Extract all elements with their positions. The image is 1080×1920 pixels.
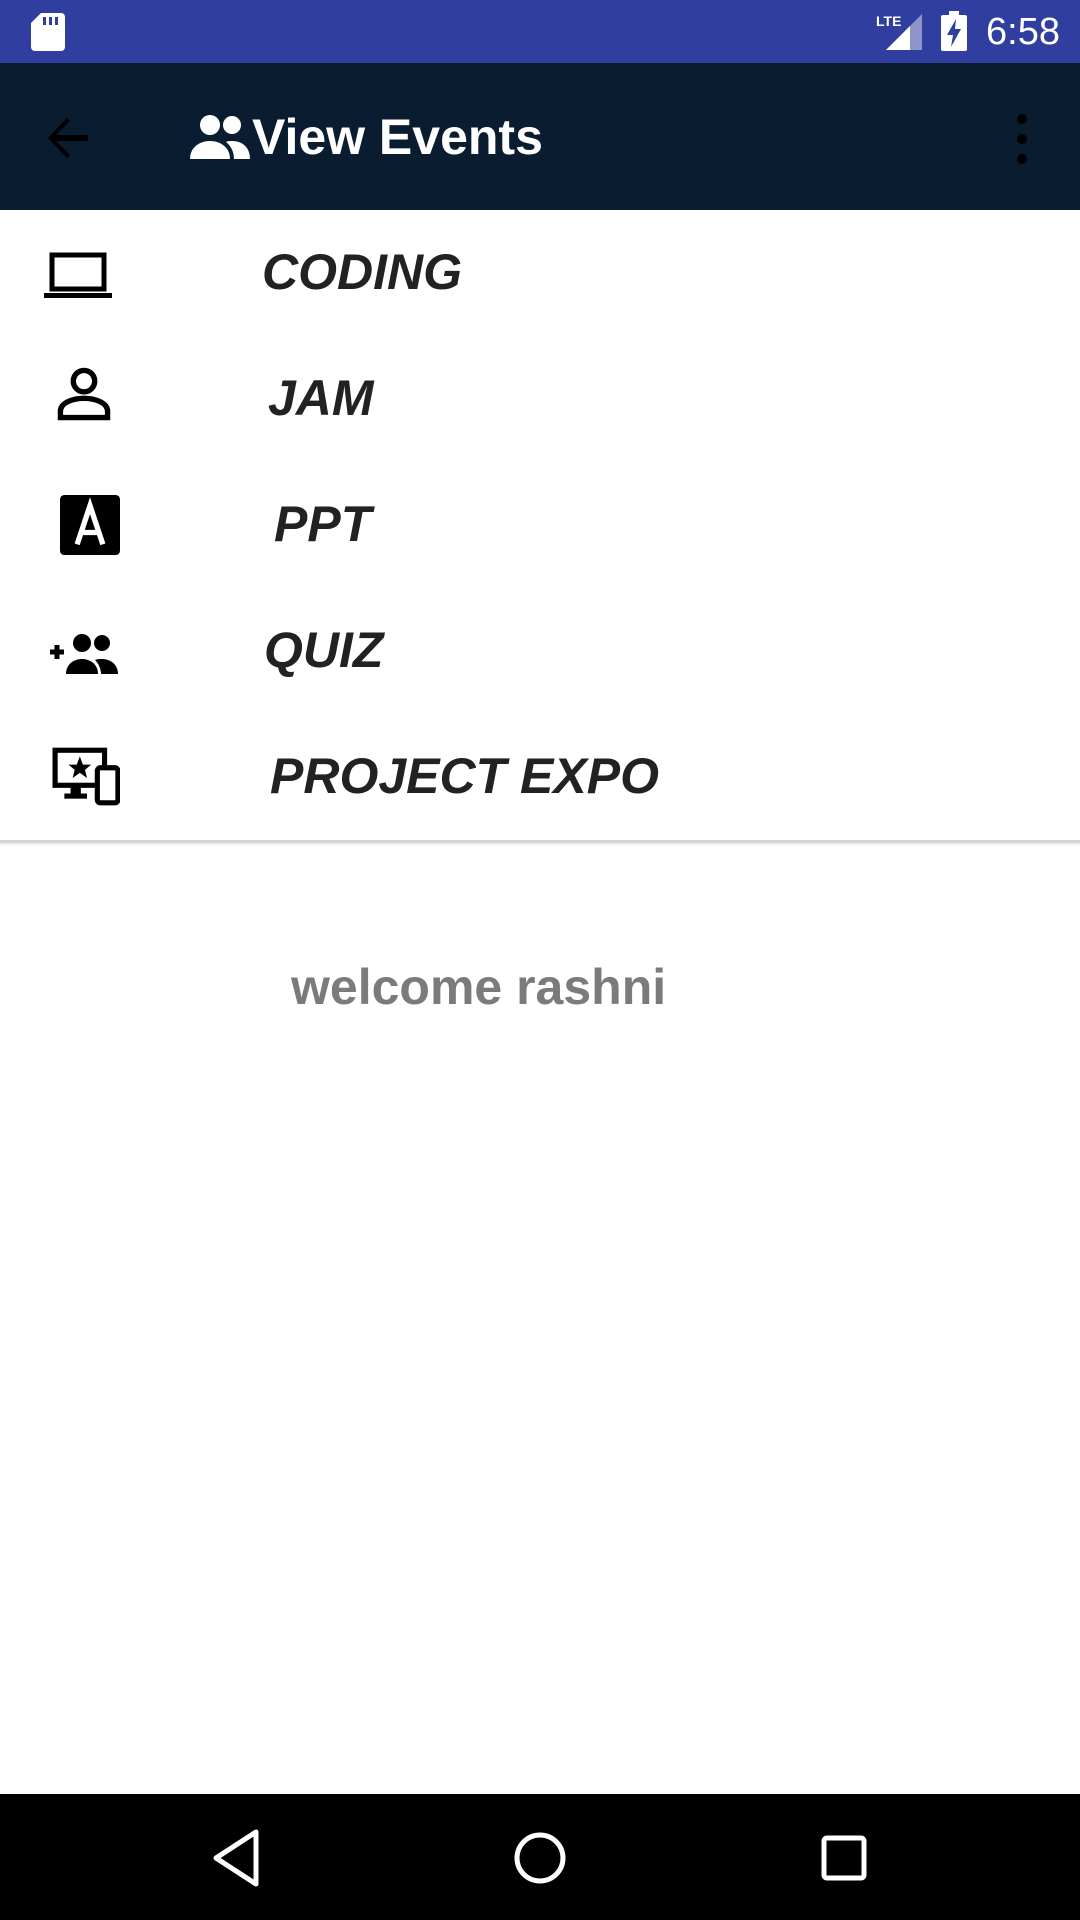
status-clock: 6:58 — [986, 11, 1060, 53]
event-label-ppt: PPT — [274, 496, 372, 552]
app-bar: View Events — [0, 63, 1080, 210]
signal-icon: LTE — [876, 13, 922, 50]
list-item-quiz[interactable]: QUIZ — [0, 588, 1080, 714]
svg-text:LTE: LTE — [876, 13, 901, 29]
list-item-coding[interactable]: CODING — [0, 210, 1080, 336]
status-bar: LTE 6:58 — [0, 0, 1080, 63]
people-icon — [190, 115, 250, 159]
event-label-quiz: QUIZ — [264, 622, 384, 678]
list-item-project-expo[interactable]: PROJECT EXPO — [0, 714, 1080, 840]
event-label-coding: CODING — [262, 244, 462, 300]
welcome-message: welcome rashni — [291, 959, 667, 1015]
list-item-ppt[interactable]: PPT — [0, 462, 1080, 588]
back-triangle-icon[interactable] — [200, 1822, 272, 1894]
font-a-icon — [60, 495, 120, 555]
more-vert-icon[interactable] — [1002, 111, 1042, 167]
event-label-jam: JAM — [268, 370, 374, 426]
event-label-project-expo: PROJECT EXPO — [270, 748, 659, 804]
laptop-icon — [44, 252, 112, 298]
group-add-icon — [50, 634, 118, 674]
sd-card-icon — [31, 13, 65, 51]
list-item-jam[interactable]: JAM — [0, 336, 1080, 462]
devices-star-icon — [52, 747, 120, 806]
person-icon — [57, 367, 111, 421]
system-nav-bar — [0, 1794, 1080, 1920]
page-title: View Events — [252, 109, 543, 165]
event-list: CODING JAM PPT QUIZ PROJECT EXPO — [0, 210, 1080, 843]
battery-charging-icon — [941, 11, 967, 51]
home-circle-icon[interactable] — [504, 1822, 576, 1894]
recents-square-icon[interactable] — [808, 1822, 880, 1894]
back-arrow-icon[interactable] — [40, 110, 96, 166]
